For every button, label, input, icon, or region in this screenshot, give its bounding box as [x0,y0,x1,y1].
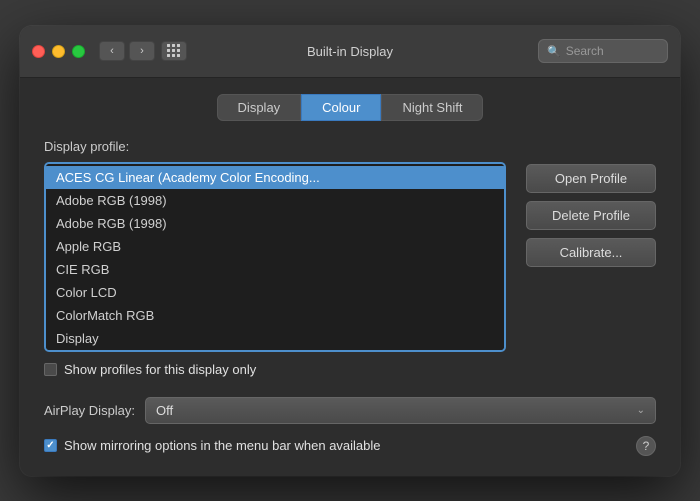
tab-display[interactable]: Display [217,94,302,121]
list-item[interactable]: Display P3 [46,350,504,352]
show-profiles-row: Show profiles for this display only [44,362,506,377]
titlebar: ‹ › Built-in Display 🔍 [20,26,680,78]
list-item[interactable]: Color LCD [46,281,504,304]
help-button[interactable]: ? [636,436,656,456]
list-item[interactable]: Display [46,327,504,350]
open-profile-button[interactable]: Open Profile [526,164,656,193]
search-box[interactable]: 🔍 [538,39,668,63]
minimize-button[interactable] [52,45,65,58]
list-item[interactable]: ACES CG Linear (Academy Color Encoding..… [46,166,504,189]
mirror-checkbox[interactable]: ✓ [44,439,57,452]
question-mark-icon: ? [643,439,650,453]
list-item[interactable]: Apple RGB [46,235,504,258]
list-item[interactable]: ColorMatch RGB [46,304,504,327]
main-row: ACES CG Linear (Academy Color Encoding..… [44,162,656,377]
chevron-left-icon: ‹ [110,45,114,57]
show-profiles-checkbox[interactable] [44,363,57,376]
chevron-down-icon: ⌄ [637,405,645,416]
list-item[interactable]: CIE RGB [46,258,504,281]
grid-icon [167,44,181,58]
profile-list-container: ACES CG Linear (Academy Color Encoding..… [44,162,506,377]
list-item[interactable]: Adobe RGB (1998) [46,212,504,235]
delete-profile-button[interactable]: Delete Profile [526,201,656,230]
airplay-value: Off [156,403,173,418]
list-item[interactable]: Adobe RGB (1998) [46,189,504,212]
window: ‹ › Built-in Display 🔍 Display Colour Ni… [20,26,680,476]
close-button[interactable] [32,45,45,58]
show-profiles-label: Show profiles for this display only [64,362,256,377]
mirror-row: ✓ Show mirroring options in the menu bar… [44,436,656,456]
grid-button[interactable] [161,41,187,61]
profile-list[interactable]: ACES CG Linear (Academy Color Encoding..… [44,162,506,352]
tab-bar: Display Colour Night Shift [44,94,656,121]
mirror-label: Show mirroring options in the menu bar w… [64,438,381,453]
nav-buttons: ‹ › [99,41,155,61]
tab-colour[interactable]: Colour [301,94,381,121]
action-buttons: Open Profile Delete Profile Calibrate... [526,164,656,267]
window-title: Built-in Display [307,44,393,59]
forward-button[interactable]: › [129,41,155,61]
content: Display Colour Night Shift Display profi… [20,78,680,476]
airplay-label: AirPlay Display: [44,403,135,418]
search-icon: 🔍 [547,45,561,58]
checkmark-icon: ✓ [46,440,54,451]
airplay-dropdown[interactable]: Off ⌄ [145,397,656,424]
traffic-lights [32,45,85,58]
airplay-row: AirPlay Display: Off ⌄ [44,397,656,424]
calibrate-button[interactable]: Calibrate... [526,238,656,267]
chevron-right-icon: › [140,45,144,57]
display-profile-label: Display profile: [44,139,656,154]
search-input[interactable] [566,44,659,58]
maximize-button[interactable] [72,45,85,58]
tab-night-shift[interactable]: Night Shift [381,94,483,121]
back-button[interactable]: ‹ [99,41,125,61]
